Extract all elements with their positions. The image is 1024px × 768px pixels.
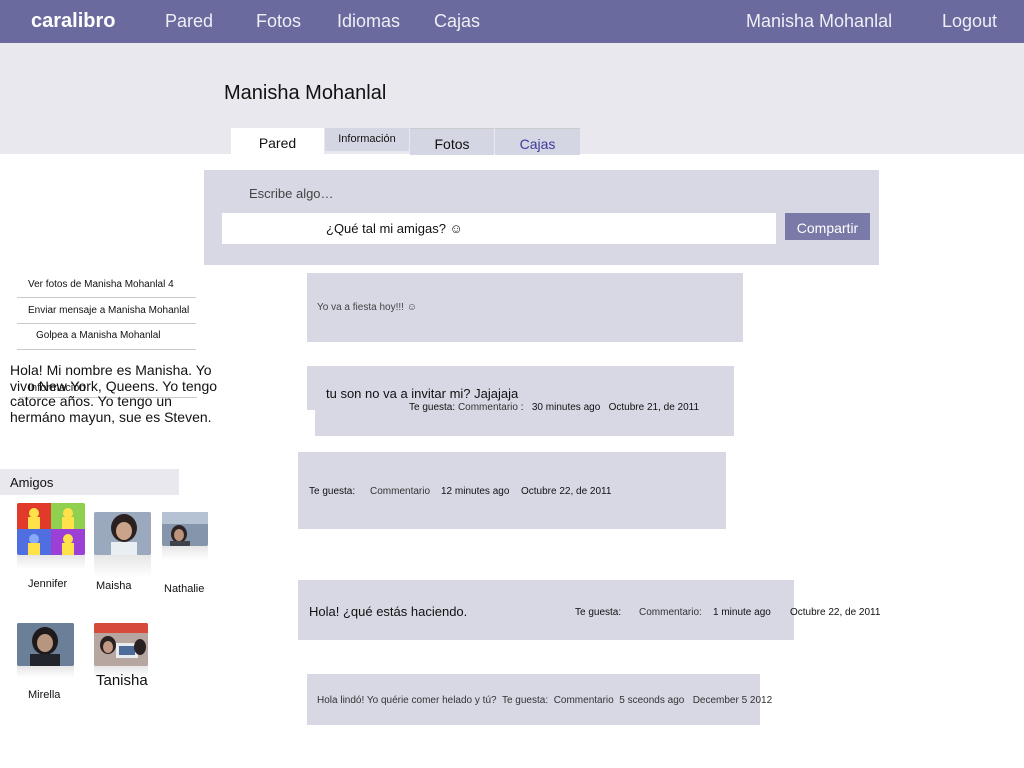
friend-name-maisha[interactable]: Maisha bbox=[96, 580, 131, 592]
comment-link[interactable]: Commentario bbox=[554, 695, 614, 706]
post-date: Octubre 21, de 2011 bbox=[608, 402, 700, 413]
friend-photo-jennifer[interactable] bbox=[17, 503, 85, 555]
post-meta: Te guesta: Commentario : 30 minutes ago … bbox=[409, 402, 699, 413]
post-text: Hola lindó! Yo quérie comer helado y tú? bbox=[317, 695, 497, 706]
friend-photo-tanisha[interactable] bbox=[94, 623, 148, 666]
post-time-ago: 5 sceonds ago bbox=[619, 695, 685, 706]
post-time-ago: 1 minute ago bbox=[713, 607, 771, 618]
status-input[interactable] bbox=[222, 213, 776, 244]
photo-reflection bbox=[162, 546, 208, 560]
friend-photo-mirella[interactable] bbox=[17, 623, 74, 666]
sidebar-divider bbox=[17, 323, 196, 324]
tab-fotos[interactable]: Fotos bbox=[410, 128, 494, 155]
like-link[interactable]: Te guesta: bbox=[409, 402, 455, 413]
sidebar-divider bbox=[17, 297, 196, 298]
friend-name-jennifer[interactable]: Jennifer bbox=[28, 578, 67, 590]
friend-photo-maisha[interactable] bbox=[94, 512, 151, 555]
post-date: December 5 2012 bbox=[692, 695, 773, 706]
nav-user-name[interactable]: Manisha Mohanlal bbox=[746, 11, 892, 32]
like-link[interactable]: Te guesta: bbox=[502, 695, 548, 706]
like-link[interactable]: Te guesta: bbox=[575, 607, 621, 618]
photo-reflection bbox=[94, 555, 151, 577]
bio-text: Hola! Mi nombre es Manisha. Yo vivo New … bbox=[10, 362, 218, 425]
friend-photo-nathalie[interactable] bbox=[162, 512, 208, 546]
friend-name-tanisha[interactable]: Tanisha bbox=[96, 672, 148, 689]
like-link[interactable]: Te guesta: bbox=[309, 486, 355, 497]
composer-label: Escribe algo… bbox=[249, 186, 334, 201]
post-meta: Hola lindó! Yo quérie comer helado y tú?… bbox=[317, 695, 772, 706]
photo-reflection bbox=[17, 666, 74, 678]
post-time-ago: 12 minutes ago bbox=[441, 486, 510, 497]
send-message-link[interactable]: Enviar mensaje a Manisha Mohanlal bbox=[28, 305, 189, 316]
post-text: Yo va a fiesta hoy!!! ☺ bbox=[317, 302, 417, 313]
post-text: tu son no va a invitar mi? Jajajaja bbox=[326, 386, 519, 401]
nav-cajas[interactable]: Cajas bbox=[434, 11, 480, 32]
share-button[interactable]: Compartir bbox=[785, 213, 870, 240]
comment-link[interactable]: Commentario bbox=[370, 486, 430, 497]
logout-link[interactable]: Logout bbox=[942, 11, 997, 32]
friend-name-mirella[interactable]: Mirella bbox=[28, 689, 60, 701]
tab-informacion[interactable]: Información bbox=[325, 128, 409, 151]
brand-logo[interactable]: caralibro bbox=[31, 10, 115, 33]
comment-link[interactable]: Commentario: bbox=[639, 607, 702, 618]
post-date: Octubre 22, de 2011 bbox=[521, 486, 612, 497]
photo-reflection bbox=[17, 555, 85, 569]
nav-idiomas[interactable]: Idiomas bbox=[337, 11, 400, 32]
post-time-ago: 30 minutes ago bbox=[531, 402, 601, 413]
poke-link[interactable]: Golpea a Manisha Mohanlal bbox=[36, 330, 161, 341]
sidebar-divider bbox=[17, 349, 196, 350]
view-photos-link[interactable]: Ver fotos de Manisha Mohanlal 4 bbox=[28, 279, 174, 290]
wall-post bbox=[298, 452, 726, 529]
post-text: Hola! ¿qué estás haciendo. bbox=[309, 604, 468, 619]
meta-separator: : bbox=[520, 402, 524, 413]
tab-cajas[interactable]: Cajas bbox=[495, 128, 580, 155]
profile-name: Manisha Mohanlal bbox=[224, 82, 387, 104]
nav-pared[interactable]: Pared bbox=[165, 11, 213, 32]
friends-header: Amigos bbox=[0, 469, 179, 495]
friend-name-nathalie[interactable]: Nathalie bbox=[164, 583, 204, 595]
post-date: Octubre 22, de 2011 bbox=[790, 607, 881, 618]
comment-link[interactable]: Commentario bbox=[458, 402, 518, 413]
tab-pared[interactable]: Pared bbox=[231, 128, 324, 156]
nav-fotos[interactable]: Fotos bbox=[256, 11, 301, 32]
